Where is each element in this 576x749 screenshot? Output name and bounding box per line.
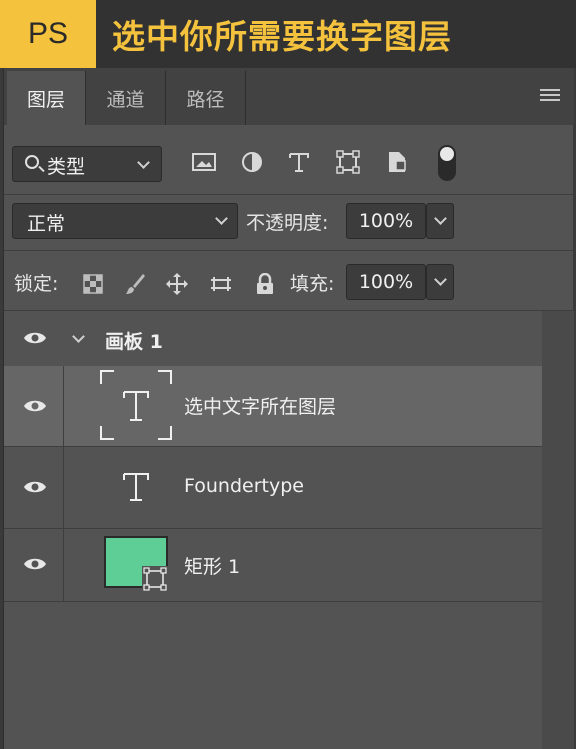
lock-transparency-icon[interactable] bbox=[80, 271, 106, 297]
fill-dropdown-button[interactable] bbox=[426, 264, 454, 300]
chevron-down-icon bbox=[215, 212, 228, 225]
layers-panel: 图层 通道 路径 类型 正常 不透明度: 100% 锁定: 填充: 100% 画… bbox=[3, 68, 574, 749]
visibility-toggle[interactable] bbox=[4, 366, 64, 446]
filter-toggle[interactable] bbox=[438, 145, 456, 181]
fill-label: 填充: bbox=[290, 273, 335, 295]
lock-all-icon[interactable] bbox=[252, 271, 278, 297]
visibility-toggle[interactable] bbox=[4, 447, 64, 528]
eye-icon bbox=[24, 400, 46, 412]
filter-type-label: 类型 bbox=[47, 156, 86, 178]
shape-layer-thumbnail-icon bbox=[104, 536, 168, 592]
visibility-toggle[interactable] bbox=[4, 529, 64, 601]
visibility-toggle[interactable] bbox=[4, 311, 64, 366]
shape-filter-icon[interactable] bbox=[334, 148, 362, 176]
blend-mode-select[interactable]: 正常 bbox=[12, 203, 238, 239]
lock-position-icon[interactable] bbox=[164, 271, 190, 297]
blend-row: 正常 不透明度: 100% bbox=[4, 195, 574, 251]
chevron-down-icon bbox=[434, 212, 447, 225]
blend-mode-label: 正常 bbox=[27, 213, 66, 235]
chevron-down-icon[interactable] bbox=[72, 330, 85, 343]
adjustment-filter-icon[interactable] bbox=[238, 148, 266, 176]
type-filter-icon[interactable] bbox=[285, 148, 313, 176]
layer-name: 选中文字所在图层 bbox=[184, 396, 337, 418]
chevron-down-icon bbox=[434, 273, 447, 286]
opacity-label: 不透明度: bbox=[246, 212, 329, 234]
layer-row[interactable]: Foundertype bbox=[4, 446, 542, 528]
scrollbar-track[interactable] bbox=[542, 311, 574, 749]
title-banner: PS 选中你所需要换字图层 bbox=[0, 0, 576, 68]
eye-icon bbox=[24, 558, 46, 570]
group-name: 画板 1 bbox=[105, 331, 163, 353]
eye-icon bbox=[24, 481, 46, 493]
layer-name: Foundertype bbox=[184, 475, 304, 497]
layer-row-selected[interactable]: 选中文字所在图层 bbox=[4, 366, 542, 446]
tab-channels[interactable]: 通道 bbox=[86, 71, 166, 125]
image-filter-icon[interactable] bbox=[190, 148, 218, 176]
chevron-down-icon bbox=[137, 156, 150, 169]
layers-empty-area[interactable] bbox=[4, 602, 542, 749]
lock-artboard-icon[interactable] bbox=[208, 271, 234, 297]
layer-row[interactable]: 矩形 1 bbox=[4, 528, 542, 602]
tab-layers[interactable]: 图层 bbox=[7, 71, 86, 125]
text-layer-thumbnail-icon bbox=[123, 473, 149, 501]
tab-paths[interactable]: 路径 bbox=[166, 71, 246, 125]
filter-row: 类型 bbox=[4, 125, 574, 195]
banner-title: 选中你所需要换字图层 bbox=[112, 17, 452, 56]
opacity-input[interactable]: 100% bbox=[346, 203, 426, 239]
lock-row: 锁定: 填充: 100% bbox=[4, 251, 574, 311]
layer-name: 矩形 1 bbox=[184, 556, 241, 578]
panel-menu-icon[interactable] bbox=[540, 89, 560, 103]
text-layer-thumbnail-icon bbox=[100, 370, 172, 440]
ps-badge: PS bbox=[0, 0, 96, 68]
lock-label: 锁定: bbox=[14, 273, 59, 295]
filter-type-select[interactable]: 类型 bbox=[12, 146, 162, 182]
fill-input[interactable]: 100% bbox=[346, 264, 426, 300]
artboard-group-row[interactable]: 画板 1 bbox=[4, 311, 542, 366]
lock-pixels-icon[interactable] bbox=[122, 271, 148, 297]
panel-tabbar: 图层 通道 路径 bbox=[4, 68, 574, 125]
opacity-dropdown-button[interactable] bbox=[426, 203, 454, 239]
smart-object-filter-icon[interactable] bbox=[383, 148, 411, 176]
search-icon bbox=[25, 155, 39, 169]
eye-icon bbox=[24, 332, 46, 344]
